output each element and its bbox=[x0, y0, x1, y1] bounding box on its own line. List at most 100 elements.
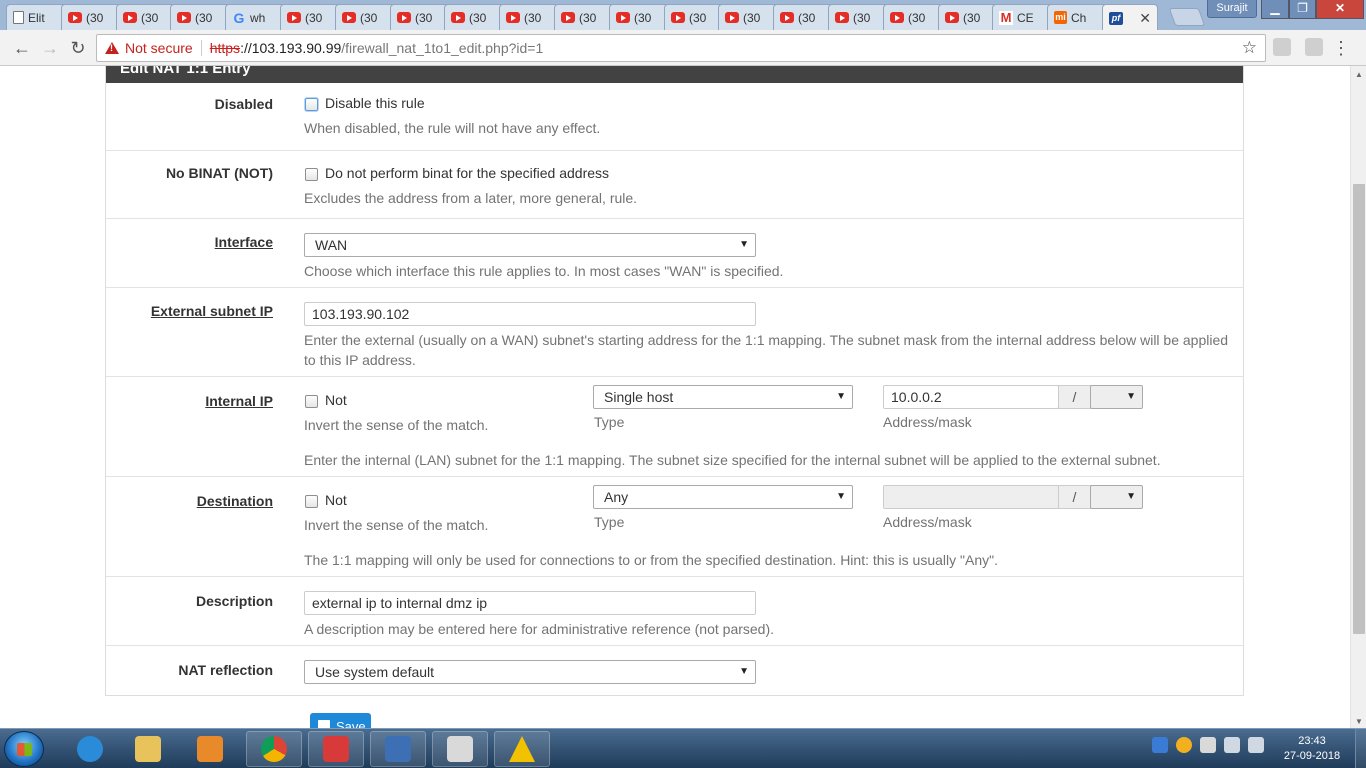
taskbar: 23:43 27-09-2018 bbox=[0, 728, 1366, 768]
destination-not-help: Invert the sense of the match. bbox=[304, 517, 489, 533]
external-ip-input[interactable]: 103.193.90.102 bbox=[304, 302, 756, 326]
back-icon[interactable]: ← bbox=[10, 36, 34, 60]
start-button[interactable] bbox=[4, 731, 44, 767]
internal-address-input[interactable]: 10.0.0.2 bbox=[883, 385, 1059, 409]
bookmark-star-icon[interactable]: ☆ bbox=[1242, 38, 1257, 58]
page-scrollbar[interactable]: ▲ ▼ bbox=[1350, 66, 1366, 728]
browser-tab[interactable]: (30 bbox=[444, 4, 504, 30]
tab-active[interactable]: pf ✕ bbox=[1102, 4, 1158, 31]
help-external-line2: to this IP address. bbox=[304, 352, 416, 368]
security-indicator[interactable]: Not secure bbox=[125, 40, 193, 56]
interface-select[interactable]: WAN ▼ bbox=[304, 233, 756, 257]
internet-explorer-icon[interactable] bbox=[62, 731, 118, 767]
help-disabled: When disabled, the rule will not have an… bbox=[304, 120, 601, 136]
browser-tab[interactable]: (30 bbox=[718, 4, 778, 30]
destination-address-input[interactable] bbox=[883, 485, 1059, 509]
description-input[interactable]: external ip to internal dmz ip bbox=[304, 591, 756, 615]
reload-icon[interactable]: ↻ bbox=[66, 36, 90, 60]
chrome-tray-icon[interactable] bbox=[1176, 737, 1192, 753]
file-explorer-icon[interactable] bbox=[120, 731, 176, 767]
maximize-button[interactable]: ❐ bbox=[1289, 0, 1316, 19]
youtube-icon bbox=[177, 12, 191, 23]
youtube-icon bbox=[616, 12, 630, 23]
nobinat-text[interactable]: Do not perform binat for the specified a… bbox=[325, 165, 609, 181]
monitor-tray-icon[interactable] bbox=[1224, 737, 1240, 753]
chevron-down-icon: ▼ bbox=[1126, 491, 1136, 502]
browser-tab[interactable]: (30 bbox=[828, 4, 888, 30]
save-button[interactable]: Save bbox=[310, 713, 371, 728]
url-host: ://103.193.90.99 bbox=[240, 40, 342, 56]
youtube-icon bbox=[945, 12, 959, 23]
browser-tab[interactable]: (30 bbox=[883, 4, 943, 30]
internal-mask-select[interactable]: ▼ bbox=[1090, 385, 1143, 409]
nat-reflection-select[interactable]: Use system default ▼ bbox=[304, 660, 756, 684]
youtube-icon bbox=[506, 12, 520, 23]
destination-type-select[interactable]: Any ▼ bbox=[593, 485, 853, 509]
internal-type-select[interactable]: Single host ▼ bbox=[593, 385, 853, 409]
flag-tray-icon[interactable] bbox=[1200, 737, 1216, 753]
disable-rule-text[interactable]: Disable this rule bbox=[325, 95, 425, 111]
browser-tab[interactable]: (30 bbox=[170, 4, 230, 30]
destination-not-checkbox[interactable] bbox=[305, 495, 318, 508]
help-description: A description may be entered here for ad… bbox=[304, 621, 775, 637]
scroll-up-icon[interactable]: ▲ bbox=[1355, 70, 1363, 79]
disable-rule-checkbox[interactable] bbox=[305, 98, 318, 111]
minimize-button[interactable]: ▁ bbox=[1261, 0, 1289, 19]
extension-icon[interactable] bbox=[1273, 38, 1291, 56]
youtube-icon bbox=[671, 12, 685, 23]
browser-tab[interactable]: (30 bbox=[335, 4, 395, 30]
youtube-icon bbox=[890, 12, 904, 23]
label-internal: Internal IP bbox=[205, 393, 273, 409]
media-player-icon[interactable] bbox=[182, 731, 238, 767]
browser-tab[interactable]: (30 bbox=[664, 4, 724, 30]
browser-tab[interactable]: (30 bbox=[390, 4, 450, 30]
browser-tab[interactable]: Gwh bbox=[225, 4, 285, 30]
show-desktop-button[interactable] bbox=[1355, 729, 1366, 768]
help-external-line1: Enter the external (usually on a WAN) su… bbox=[304, 332, 1229, 348]
youtube-icon bbox=[342, 12, 356, 23]
extension-search-icon[interactable] bbox=[1305, 38, 1323, 56]
browser-tab[interactable]: Elit bbox=[6, 4, 66, 30]
document-viewer-icon[interactable] bbox=[432, 731, 488, 767]
virtualbox-icon[interactable] bbox=[370, 731, 426, 767]
system-clock[interactable]: 23:43 27-09-2018 bbox=[1282, 734, 1342, 764]
browser-tab[interactable]: (30 bbox=[499, 4, 559, 30]
nobinat-checkbox[interactable] bbox=[305, 168, 318, 181]
chrome-icon[interactable] bbox=[246, 731, 302, 767]
profile-badge[interactable]: Surajit bbox=[1207, 0, 1257, 18]
volume-tray-icon[interactable] bbox=[1248, 737, 1264, 753]
destination-mask-select[interactable]: ▼ bbox=[1090, 485, 1143, 509]
browser-tab[interactable]: M CE bbox=[992, 4, 1052, 30]
row-internal: Internal IP Not Invert the sense of the … bbox=[106, 377, 1243, 477]
close-tab-icon[interactable]: ✕ bbox=[1139, 10, 1151, 27]
destination-not-text[interactable]: Not bbox=[325, 492, 347, 508]
scroll-thumb[interactable] bbox=[1353, 184, 1365, 634]
menu-icon[interactable]: ⋮ bbox=[1332, 36, 1350, 60]
new-tab-button[interactable] bbox=[1168, 8, 1206, 26]
scroll-down-icon[interactable]: ▼ bbox=[1355, 717, 1363, 726]
youtube-icon bbox=[780, 12, 794, 23]
browser-tab[interactable]: (30 bbox=[938, 4, 998, 30]
screen-recorder-icon[interactable] bbox=[308, 731, 364, 767]
label-nobinat: No BINAT (NOT) bbox=[165, 165, 273, 181]
browser-tab[interactable]: (30 bbox=[609, 4, 669, 30]
network-tray-icon[interactable] bbox=[1152, 737, 1168, 753]
tab-title: (30 bbox=[86, 10, 104, 25]
warning-app-icon[interactable] bbox=[494, 731, 550, 767]
browser-tab[interactable]: (30 bbox=[61, 4, 121, 30]
browser-tab[interactable]: (30 bbox=[280, 4, 340, 30]
youtube-icon bbox=[835, 12, 849, 23]
forward-icon[interactable]: → bbox=[38, 36, 62, 60]
mask-slash: / bbox=[1058, 485, 1091, 509]
browser-tab[interactable]: (30 bbox=[773, 4, 833, 30]
browser-tab[interactable]: (30 bbox=[554, 4, 614, 30]
browser-tab[interactable]: mi Ch bbox=[1047, 4, 1107, 30]
browser-tab[interactable]: (30 bbox=[116, 4, 176, 30]
row-disabled: Disabled Disable this rule When disabled… bbox=[106, 83, 1243, 151]
address-bar[interactable]: Not secure https://103.193.90.99/firewal… bbox=[96, 34, 1266, 62]
tab-title: Ch bbox=[1071, 10, 1087, 25]
close-window-button[interactable]: ✕ bbox=[1316, 0, 1364, 19]
internal-not-checkbox[interactable] bbox=[305, 395, 318, 408]
save-icon bbox=[318, 720, 330, 728]
internal-not-text[interactable]: Not bbox=[325, 392, 347, 408]
